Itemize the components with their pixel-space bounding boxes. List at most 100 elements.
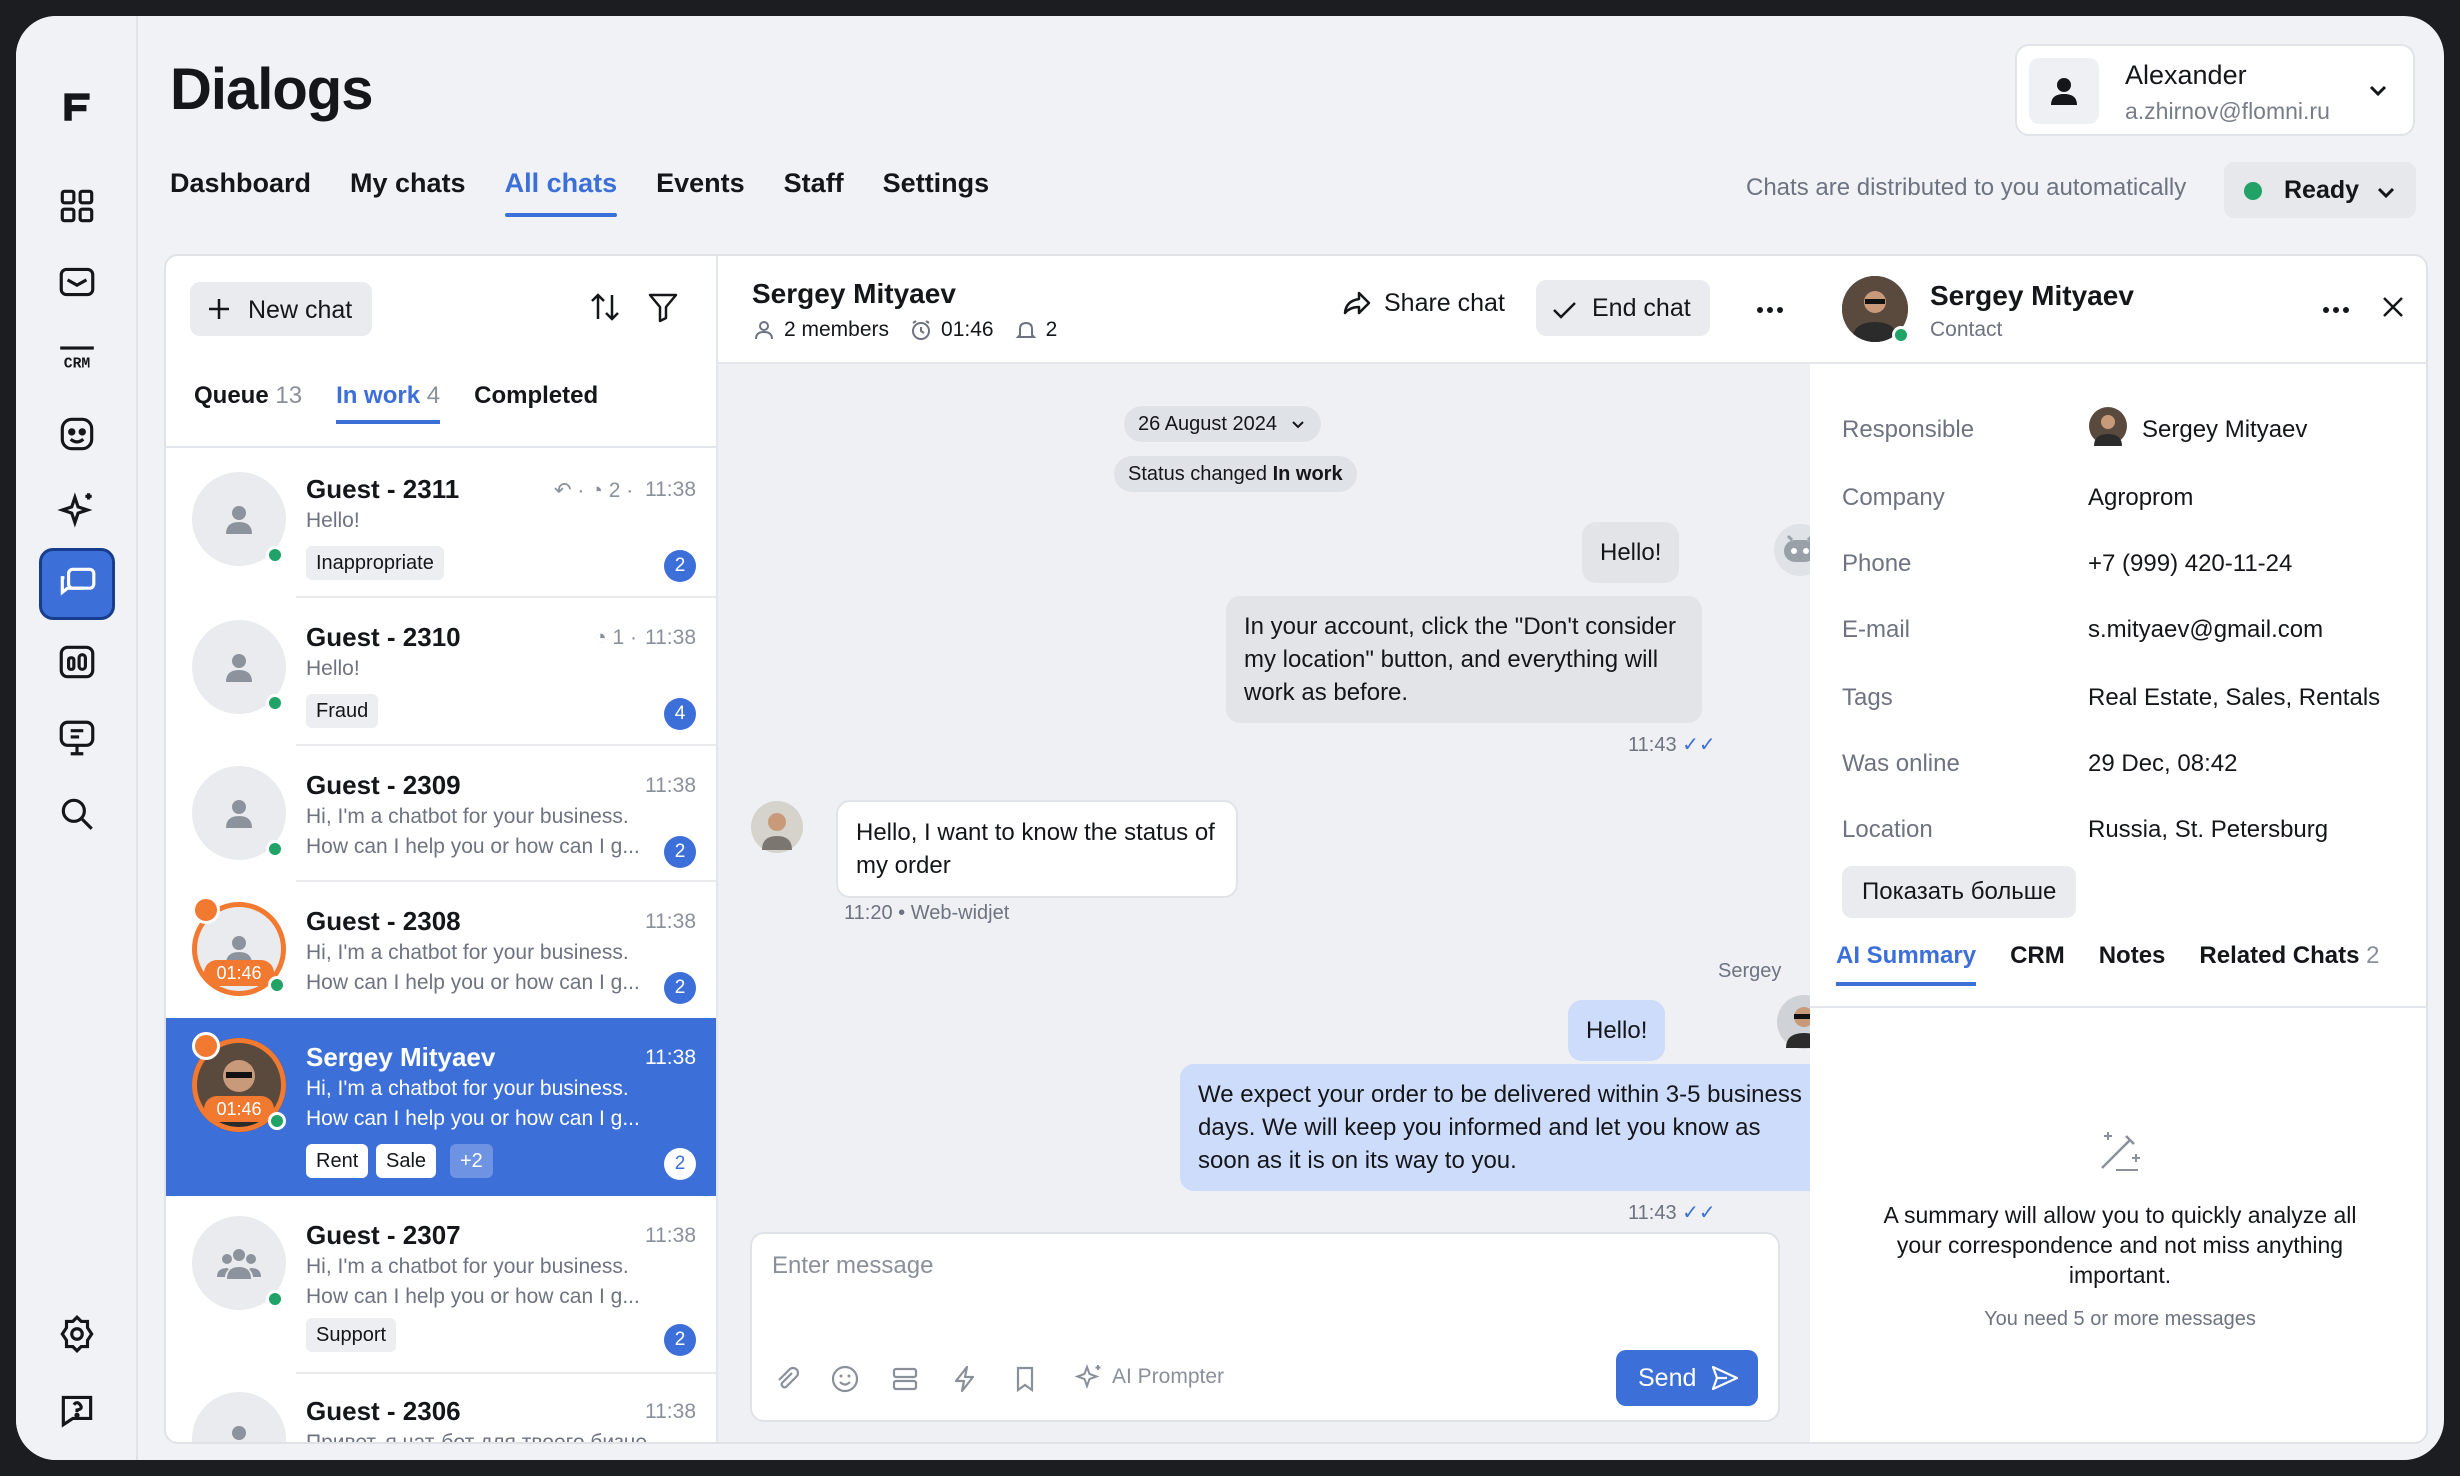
list-item[interactable]: Guest - 2311 ↶ · ◔ 2 · 11:38 Hello! Inap… [166, 448, 716, 596]
emoji-icon[interactable] [830, 1364, 860, 1394]
list-item-active[interactable]: 01:46 Sergey Mityaev 11:38 Hi, I'm a cha… [166, 1018, 716, 1196]
lightning-icon[interactable] [950, 1364, 980, 1394]
help-icon[interactable] [39, 1374, 115, 1446]
analytics-icon[interactable] [39, 626, 115, 698]
tab-my-chats[interactable]: My chats [350, 168, 466, 217]
tab-settings[interactable]: Settings [883, 168, 990, 217]
mail-icon[interactable] [39, 246, 115, 318]
tab-related-chats[interactable]: Related Chats 2 [2199, 942, 2379, 986]
ai-prompter-label: AI Prompter [1112, 1365, 1225, 1388]
bot-icon[interactable] [39, 398, 115, 470]
field-label: Tags [1842, 684, 1893, 711]
new-chat-button[interactable]: New chat [190, 282, 372, 336]
tab-completed[interactable]: Completed [474, 382, 598, 424]
end-chat-button[interactable]: End chat [1536, 280, 1710, 336]
timer-label: 01:46 [204, 960, 274, 986]
tab-queue[interactable]: Queue 13 [194, 382, 302, 424]
operator-message: We expect your order to be delivered wit… [1180, 1064, 1828, 1191]
tab-ai-summary[interactable]: AI Summary [1836, 942, 1977, 986]
attach-icon[interactable] [772, 1364, 802, 1394]
tab-queue-label: Queue [194, 382, 269, 409]
settings-icon[interactable] [39, 1298, 115, 1370]
share-chat-button[interactable]: Share chat [1342, 288, 1505, 318]
chevron-down-icon[interactable] [2363, 76, 2393, 106]
unread-badge: 2 [664, 836, 696, 868]
list-item[interactable]: Guest - 2306 11:38 Привет, я чат-бот для… [166, 1374, 716, 1444]
tab-crm[interactable]: CRM [2010, 942, 2065, 986]
list-tabs: Queue 13 In work 4 Completed [194, 382, 632, 424]
send-button[interactable]: Send [1616, 1350, 1758, 1406]
contact-role: Contact [1930, 318, 2003, 341]
field-label: Location [1842, 816, 1933, 843]
dashboard-icon[interactable] [39, 170, 115, 242]
read-check-icon: ✓✓ [1682, 734, 1716, 756]
list-item[interactable]: 01:46 Guest - 2308 11:38 Hi, I'm a chatb… [166, 882, 716, 1016]
chat-tag: Rent [306, 1144, 369, 1178]
message-time: 11:43 ✓✓ [1628, 1200, 1716, 1225]
summary-note: You need 5 or more messages [1984, 1308, 2256, 1330]
share-chat-label: Share chat [1384, 288, 1505, 317]
user-name: Alexander [2125, 60, 2247, 90]
tab-in-work-count: 4 [426, 382, 441, 409]
knowledge-icon[interactable] [39, 702, 115, 774]
message-input[interactable] [772, 1252, 1752, 1280]
send-label: Send [1638, 1364, 1697, 1392]
source-label: Web-widjet [910, 902, 1010, 924]
bookmark-icon[interactable] [1010, 1364, 1040, 1394]
chat-preview: Hello! [306, 509, 360, 532]
responsible-value[interactable]: Sergey Mityaev [2142, 416, 2307, 444]
template-icon[interactable] [890, 1364, 920, 1394]
conversation: Sergey Mityaev 2 members 01:46 2 Share c… [718, 256, 1831, 1442]
status-dot [2244, 182, 2262, 200]
members-count: 2 members [784, 318, 890, 341]
ai-prompter-button[interactable]: AI Prompter [1074, 1362, 1224, 1392]
list-item[interactable]: Guest - 2310 ◔ 1 · 11:38 Hello! Fraud 4 [166, 598, 716, 746]
plus-icon [209, 299, 229, 319]
status-label: Ready [2284, 176, 2360, 204]
more-tags-badge[interactable]: +2 [450, 1144, 493, 1178]
chat-time: 11:38 [645, 774, 696, 797]
show-more-button[interactable]: Показать больше [1842, 866, 2077, 918]
close-icon[interactable] [2376, 290, 2410, 324]
clock-icon [192, 896, 220, 924]
timer-info: 01:46 [909, 318, 994, 342]
online-dot [268, 1112, 286, 1130]
field-label: Phone [1842, 550, 1912, 577]
tab-all-chats[interactable]: All chats [504, 168, 617, 217]
crm-icon[interactable]: CRM [39, 322, 115, 394]
timer-label: 01:46 [204, 1096, 274, 1122]
tab-in-work[interactable]: In work 4 [336, 382, 441, 424]
date-pill[interactable]: 26 August 2024 [1124, 406, 1321, 442]
tab-events[interactable]: Events [656, 168, 745, 217]
tab-staff[interactable]: Staff [784, 168, 844, 217]
main-nav: Dashboard My chats All chats Events Staf… [170, 168, 1028, 217]
status-dropdown[interactable]: Ready [2224, 162, 2416, 218]
chat-name: Guest - 2311 [306, 474, 460, 504]
magic-wand-icon [2101, 1132, 2140, 1171]
contact-name: Sergey Mityaev [1930, 280, 2134, 311]
chat-preview: Привет, я чат-бот для твоего бизнеса. [306, 1431, 646, 1444]
conversation-meta: 2 members 01:46 2 [752, 318, 1057, 342]
chat-preview: How can I help you or how can I g... [306, 835, 640, 858]
dialogs-icon[interactable] [39, 548, 115, 620]
more-icon[interactable] [1752, 292, 1788, 328]
distribution-text: Chats are distributed to you automatical… [1746, 174, 2187, 201]
search-icon[interactable] [39, 778, 115, 850]
members-info[interactable]: 2 members [752, 318, 889, 342]
logo-icon[interactable] [39, 70, 115, 142]
field-label: Was online [1842, 750, 1960, 777]
tab-in-work-label: In work [336, 382, 421, 409]
chat-meta: ↶ · ◔ 2 · [554, 479, 634, 502]
profile-tabs: AI Summary CRM Notes Related Chats 2 [1836, 942, 2413, 986]
sparkle-icon[interactable] [39, 474, 115, 546]
list-item[interactable]: Guest - 2307 11:38 Hi, I'm a chatbot for… [166, 1196, 716, 1372]
list-item[interactable]: Guest - 2309 11:38 Hi, I'm a chatbot for… [166, 746, 716, 880]
page-title: Dialogs [170, 57, 373, 122]
tab-notes[interactable]: Notes [2099, 942, 2166, 986]
tab-dashboard[interactable]: Dashboard [170, 168, 311, 217]
status-change-text: Status changed [1128, 463, 1267, 485]
more-icon[interactable] [2318, 296, 2354, 324]
user-menu[interactable]: Alexander a.zhirnov@flomni.ru [2015, 44, 2415, 136]
filter-icon[interactable] [646, 290, 680, 324]
sort-icon[interactable] [588, 290, 622, 324]
